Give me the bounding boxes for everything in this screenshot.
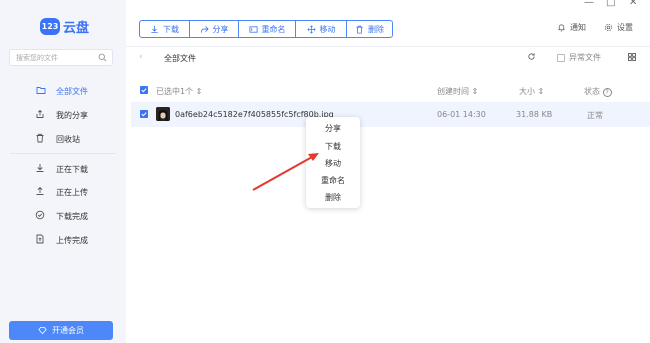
select-all-checkbox[interactable] bbox=[140, 86, 148, 94]
file-status: 正常 bbox=[587, 111, 603, 120]
file-created-time: 06-01 14:30 bbox=[437, 110, 486, 119]
context-menu-move[interactable]: 移动 bbox=[306, 158, 360, 169]
file-upload-icon bbox=[36, 234, 44, 244]
move-label: 移动 bbox=[319, 24, 336, 34]
maximize-icon: □ bbox=[606, 0, 616, 8]
notify-label: 通知 bbox=[570, 23, 586, 32]
refresh-icon[interactable] bbox=[527, 52, 536, 61]
context-menu: 分享 下载 移动 重命名 删除 bbox=[306, 117, 360, 208]
header-created-label: 创建时间 bbox=[437, 87, 469, 96]
settings-label: 设置 bbox=[617, 23, 633, 32]
grid-view-icon[interactable] bbox=[628, 53, 636, 61]
search-box[interactable] bbox=[9, 49, 113, 66]
folder-icon bbox=[36, 87, 46, 94]
share-label: 分享 bbox=[212, 24, 229, 34]
logo-mark: 123 bbox=[40, 18, 60, 35]
abnormal-files-toggle[interactable]: 异常文件 bbox=[557, 52, 601, 63]
sidebar-item-label: 正在上传 bbox=[56, 187, 88, 197]
sort-icon: ⇕ bbox=[537, 87, 545, 96]
action-toolbar: 下载 分享 重命名 移动 删除 bbox=[139, 20, 393, 38]
check-icon bbox=[141, 112, 147, 117]
rename-icon bbox=[248, 25, 258, 33]
vip-label: 开通会员 bbox=[52, 326, 84, 335]
sidebar-item-my-share[interactable]: 我的分享 bbox=[36, 108, 88, 122]
context-menu-delete[interactable]: 删除 bbox=[306, 192, 360, 203]
sidebar-item-label: 我的分享 bbox=[56, 110, 88, 120]
sidebar-item-label: 下载完成 bbox=[56, 211, 88, 221]
search-icon[interactable] bbox=[98, 53, 107, 62]
sidebar-item-label: 上传完成 bbox=[56, 235, 88, 245]
maximize-button[interactable]: □ bbox=[606, 0, 615, 8]
header-created-time[interactable]: 创建时间 ⇕ bbox=[437, 86, 478, 97]
header-size[interactable]: 大小 ⇕ bbox=[519, 86, 544, 97]
delete-button[interactable]: 删除 bbox=[347, 21, 392, 37]
chevron-left-icon: ‹ bbox=[139, 52, 143, 62]
context-menu-share[interactable]: 分享 bbox=[306, 123, 360, 134]
sidebar-item-label: 正在下载 bbox=[56, 164, 88, 174]
share-icon bbox=[36, 109, 44, 118]
logo-text: 云盘 bbox=[63, 21, 90, 36]
check-circle-icon bbox=[35, 210, 45, 220]
header-divider bbox=[126, 46, 650, 47]
open-vip-button[interactable]: 开通会员 bbox=[9, 321, 113, 340]
sidebar-divider bbox=[10, 153, 116, 154]
download-button[interactable]: 下载 bbox=[140, 21, 190, 37]
diamond-icon bbox=[38, 326, 47, 335]
move-button[interactable]: 移动 bbox=[296, 21, 347, 37]
breadcrumb[interactable]: 全部文件 bbox=[164, 53, 196, 64]
app-logo: 123 云盘 bbox=[40, 17, 89, 36]
header-selected-label: 已选中1个 bbox=[156, 87, 194, 96]
rename-label: 重命名 bbox=[261, 24, 286, 34]
share-arrow-icon bbox=[200, 25, 209, 33]
delete-label: 删除 bbox=[368, 24, 384, 34]
gear-icon bbox=[604, 23, 613, 32]
sidebar-item-all-files[interactable]: 全部文件 bbox=[36, 84, 88, 98]
header-status: 状态 ? bbox=[584, 86, 612, 97]
bell-icon bbox=[558, 24, 565, 32]
row-checkbox[interactable] bbox=[140, 110, 148, 118]
sidebar-item-download-done[interactable]: 下载完成 bbox=[35, 209, 88, 223]
sidebar-item-upload-done[interactable]: 上传完成 bbox=[36, 233, 88, 247]
minimize-icon: — bbox=[584, 0, 594, 8]
move-icon bbox=[306, 24, 316, 34]
minimize-button[interactable]: — bbox=[584, 0, 594, 8]
check-icon bbox=[141, 88, 147, 93]
download-icon bbox=[151, 25, 158, 33]
sidebar-item-recycle-bin[interactable]: 回收站 bbox=[36, 132, 80, 146]
share-button[interactable]: 分享 bbox=[190, 21, 239, 37]
sort-icon: ⇕ bbox=[471, 87, 479, 96]
help-icon[interactable]: ? bbox=[602, 88, 612, 97]
file-thumbnail bbox=[156, 107, 170, 121]
download-label: 下载 bbox=[163, 24, 179, 34]
header-size-label: 大小 bbox=[519, 87, 535, 96]
settings-button[interactable]: 设置 bbox=[604, 22, 633, 33]
close-icon: ✕ bbox=[629, 0, 638, 8]
close-button[interactable]: ✕ bbox=[629, 0, 637, 8]
context-menu-download[interactable]: 下载 bbox=[306, 141, 360, 152]
rename-button[interactable]: 重命名 bbox=[239, 21, 296, 37]
notify-button[interactable]: 通知 bbox=[557, 22, 586, 33]
back-button[interactable]: ‹ bbox=[139, 52, 143, 62]
download-icon bbox=[36, 164, 44, 172]
file-size: 31.88 KB bbox=[516, 110, 553, 119]
header-status-label: 状态 bbox=[584, 87, 600, 96]
abnormal-label: 异常文件 bbox=[569, 53, 601, 62]
sidebar-item-label: 回收站 bbox=[56, 134, 80, 144]
sidebar: 123 云盘 全部文件 我的分享 回收站 正在下载 正在上传 下载完成 上传完成… bbox=[0, 0, 126, 343]
sidebar-item-downloading[interactable]: 正在下载 bbox=[36, 162, 88, 176]
upload-icon bbox=[36, 186, 44, 195]
header-selected[interactable]: 已选中1个 ⇕ bbox=[156, 86, 202, 97]
sidebar-item-label: 全部文件 bbox=[56, 86, 88, 96]
context-menu-rename[interactable]: 重命名 bbox=[306, 175, 360, 186]
sidebar-item-uploading[interactable]: 正在上传 bbox=[36, 185, 88, 199]
trash-icon bbox=[36, 133, 44, 143]
sort-icon: ⇕ bbox=[195, 87, 203, 96]
search-input[interactable] bbox=[16, 50, 96, 65]
trash-icon bbox=[356, 25, 363, 34]
abnormal-checkbox[interactable] bbox=[557, 53, 565, 62]
